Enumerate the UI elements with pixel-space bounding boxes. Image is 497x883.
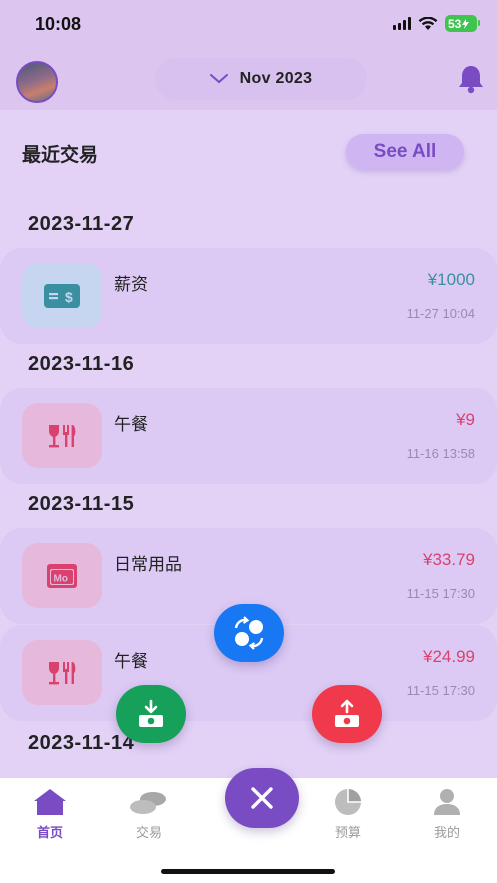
nav-budget-label: 预算 bbox=[334, 825, 361, 840]
transfer-button[interactable] bbox=[214, 604, 284, 662]
bell-icon[interactable] bbox=[457, 64, 485, 94]
transactions-icon bbox=[130, 792, 166, 814]
section-title: 最近交易 bbox=[22, 145, 99, 166]
wallet-icon-box: Mo bbox=[22, 543, 102, 608]
home-icon bbox=[34, 789, 66, 815]
transaction-card[interactable]: $ 薪资 ¥1000 11-27 10:04 bbox=[0, 248, 497, 344]
transaction-name: 日常用品 bbox=[114, 555, 182, 574]
expense-icon bbox=[335, 699, 359, 727]
transfer-icon bbox=[234, 616, 264, 650]
nav-transactions-label: 交易 bbox=[135, 825, 162, 840]
transaction-time: 11-27 10:04 bbox=[406, 306, 475, 321]
add-expense-button[interactable] bbox=[312, 685, 382, 743]
close-icon bbox=[251, 787, 273, 809]
salary-icon: $ bbox=[44, 283, 80, 308]
nav-transactions[interactable]: 交易 bbox=[119, 788, 179, 841]
svg-text:$: $ bbox=[65, 289, 73, 305]
transaction-amount: ¥1000 bbox=[427, 270, 475, 289]
avatar[interactable] bbox=[16, 61, 58, 103]
nav-mine-label: 我的 bbox=[433, 825, 460, 840]
month-picker[interactable]: Nov 2023 bbox=[155, 58, 367, 100]
wifi-icon bbox=[418, 16, 438, 30]
transaction-time: 11-15 17:30 bbox=[406, 586, 475, 601]
chevron-down-icon bbox=[209, 74, 228, 84]
transaction-time: 11-16 13:58 bbox=[406, 446, 475, 461]
transaction-card[interactable]: 午餐 ¥9 11-16 13:58 bbox=[0, 388, 497, 484]
dining-icon-box bbox=[22, 403, 102, 468]
dining-icon bbox=[49, 661, 76, 684]
status-bar: 10:08 53 bbox=[0, 0, 497, 48]
nav-home-label: 首页 bbox=[36, 825, 63, 840]
top-header: Nov 2023 bbox=[0, 48, 497, 110]
transaction-amount: ¥24.99 bbox=[423, 647, 475, 666]
transaction-name: 薪资 bbox=[114, 275, 148, 294]
wallet-mo-icon: Mo bbox=[47, 563, 77, 588]
signal-icon bbox=[393, 17, 411, 30]
transaction-time: 11-15 17:30 bbox=[406, 683, 475, 698]
date-heading: 2023-11-15 bbox=[28, 493, 135, 515]
battery-icon: 53 bbox=[445, 15, 480, 32]
date-heading: 2023-11-14 bbox=[28, 732, 135, 754]
nav-mine[interactable]: 我的 bbox=[417, 788, 477, 841]
dining-icon-box bbox=[22, 640, 102, 705]
svg-text:Mo: Mo bbox=[54, 573, 68, 584]
income-icon bbox=[139, 699, 163, 727]
month-label: Nov 2023 bbox=[239, 70, 313, 87]
date-heading: 2023-11-16 bbox=[28, 353, 135, 375]
transaction-name: 午餐 bbox=[114, 415, 148, 434]
status-time: 10:08 bbox=[35, 14, 82, 34]
user-icon bbox=[434, 789, 460, 815]
dining-icon bbox=[49, 424, 76, 447]
bottom-nav: 首页 交易 预算 我的 bbox=[0, 768, 497, 883]
transaction-name: 午餐 bbox=[114, 652, 148, 671]
pie-chart-icon bbox=[335, 789, 361, 815]
transaction-amount: ¥33.79 bbox=[423, 550, 475, 569]
date-heading: 2023-11-27 bbox=[28, 213, 135, 235]
see-all-button[interactable]: See All bbox=[346, 134, 464, 169]
status-icons: 53 bbox=[393, 15, 480, 32]
close-menu-button[interactable] bbox=[225, 768, 299, 828]
add-income-button[interactable] bbox=[116, 685, 186, 743]
home-indicator bbox=[161, 869, 335, 874]
battery-level: 53 bbox=[448, 16, 462, 31]
nav-budget[interactable]: 预算 bbox=[318, 788, 378, 841]
charging-icon bbox=[462, 18, 470, 29]
transaction-amount: ¥9 bbox=[456, 410, 475, 429]
salary-icon-box: $ bbox=[22, 263, 102, 328]
nav-home[interactable]: 首页 bbox=[20, 788, 80, 841]
